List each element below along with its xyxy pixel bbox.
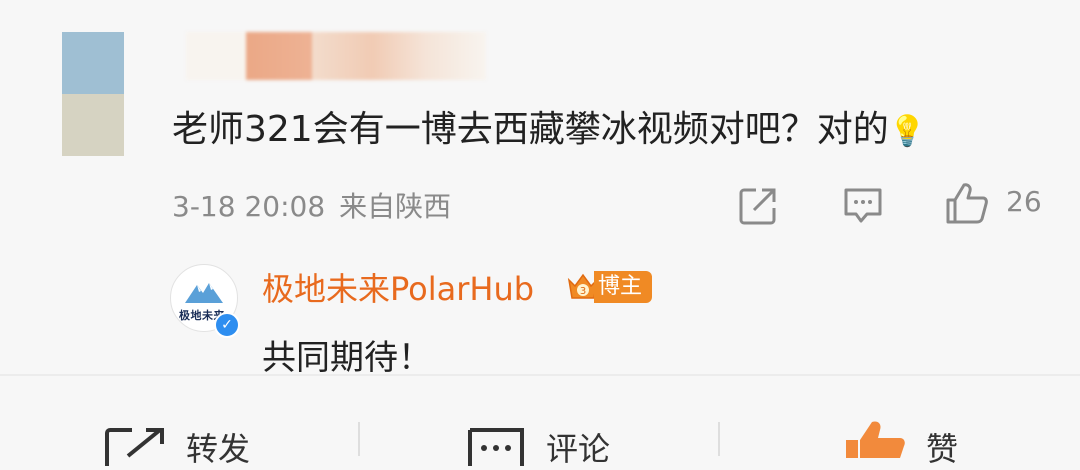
repost-icon[interactable] bbox=[104, 426, 168, 466]
like-label[interactable]: 赞 bbox=[926, 424, 958, 470]
comment-text: 老师321会有一博去西藏攀冰视频对吧？对的💡 bbox=[172, 100, 926, 152]
badge-label: 博主 bbox=[594, 271, 653, 303]
reply-text: 共同期待！ bbox=[262, 338, 432, 378]
svg-text:3: 3 bbox=[580, 286, 586, 297]
comment-timestamp: 3-18 20:08 bbox=[172, 190, 326, 223]
bar-separator-1 bbox=[358, 422, 360, 456]
share-icon[interactable] bbox=[738, 186, 778, 226]
reply-author-name[interactable]: 极地未来PolarHub bbox=[262, 264, 534, 310]
commenter-name-blurred[interactable] bbox=[186, 32, 486, 80]
comment-body: 老师321会有一博去西藏攀冰视频对吧？对的 bbox=[172, 109, 889, 150]
verified-badge-icon: ✓ bbox=[214, 312, 240, 338]
like-icon[interactable] bbox=[944, 182, 990, 226]
comment-bar-icon[interactable] bbox=[466, 426, 526, 466]
comment-location: 来自陕西 bbox=[339, 190, 452, 223]
bar-separator-2 bbox=[718, 422, 720, 456]
liked-thumb-icon[interactable] bbox=[840, 418, 910, 458]
comment-label[interactable]: 评论 bbox=[546, 424, 610, 470]
lightbulb-emoji-icon: 💡 bbox=[888, 114, 927, 149]
comment-meta: 3-18 20:08 来自陕西 bbox=[172, 185, 451, 225]
like-count: 26 bbox=[1006, 185, 1042, 218]
commenter-avatar[interactable] bbox=[62, 32, 124, 156]
comment-icon[interactable] bbox=[842, 186, 884, 226]
blogger-badge: 3 博主 bbox=[566, 270, 653, 304]
repost-label[interactable]: 转发 bbox=[186, 424, 250, 470]
